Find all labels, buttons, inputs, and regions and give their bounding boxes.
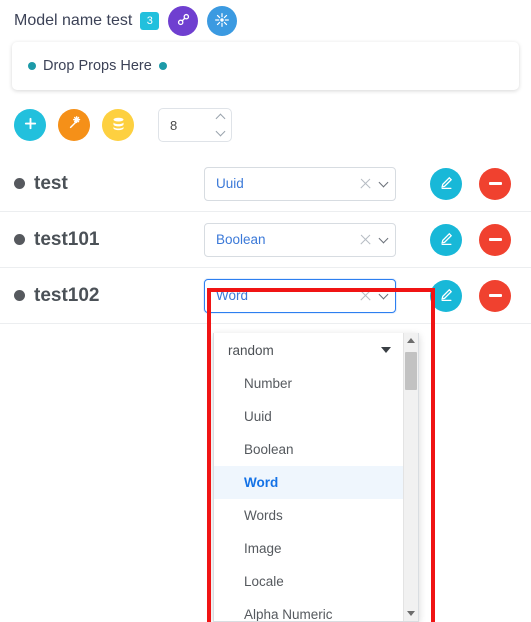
dropdown-group-random[interactable]: random — [214, 333, 403, 367]
prop-type-select-active[interactable]: Word — [204, 278, 396, 313]
prop-type-select[interactable]: Uuid — [204, 166, 396, 201]
plus-icon — [23, 116, 38, 134]
prop-name-label: test101 — [34, 228, 100, 250]
table-row: test101 Boolean — [0, 212, 531, 268]
prop-name-label: test102 — [34, 284, 100, 306]
dropdown-option-word[interactable]: Word — [214, 466, 403, 499]
prop-count-badge: 3 — [140, 11, 160, 31]
pencil-icon — [439, 231, 454, 249]
pencil-icon — [439, 175, 454, 193]
spark-icon — [214, 12, 230, 31]
row-actions — [430, 167, 519, 200]
table-row: test Uuid — [0, 156, 531, 212]
scroll-up-button[interactable] — [404, 333, 418, 348]
chevron-up-icon[interactable] — [215, 113, 225, 124]
prop-type-value: Boolean — [216, 232, 266, 247]
prop-type-select[interactable]: Boolean — [204, 222, 396, 257]
row-count-value[interactable]: 8 — [159, 118, 213, 133]
prop-name-label: test — [34, 172, 68, 194]
bullet-icon — [14, 234, 25, 245]
prop-type-value: Uuid — [216, 176, 244, 191]
scrollbar-thumb[interactable] — [405, 352, 417, 390]
props-toolbar: 8 — [0, 90, 531, 156]
delete-prop-button[interactable] — [479, 167, 511, 200]
magic-generate-button[interactable] — [58, 109, 90, 141]
bullet-icon — [28, 62, 36, 70]
prop-type-dropdown[interactable]: random Number Uuid Boolean Word Words Im… — [213, 333, 419, 622]
close-icon[interactable] — [359, 177, 372, 190]
chevron-down-icon[interactable] — [378, 233, 389, 243]
generate-button[interactable] — [207, 6, 238, 36]
triangle-down-icon — [407, 611, 415, 616]
close-icon[interactable] — [359, 289, 372, 302]
prop-type-value: Word — [216, 288, 249, 303]
dropdown-option-words[interactable]: Words — [214, 499, 403, 532]
add-prop-button[interactable] — [14, 109, 46, 141]
dropdown-option-image[interactable]: Image — [214, 532, 403, 565]
chevron-down-icon[interactable] — [378, 177, 389, 187]
dropdown-option-list: random Number Uuid Boolean Word Words Im… — [214, 333, 403, 621]
link-icon — [176, 12, 191, 30]
close-icon[interactable] — [359, 233, 372, 246]
scroll-down-button[interactable] — [404, 606, 418, 621]
dropdown-option-alpha-numeric[interactable]: Alpha Numeric — [214, 598, 403, 621]
props-list: test Uuid test101 Boolean test102 Word — [0, 156, 531, 324]
stepper-arrows — [213, 113, 231, 137]
delete-prop-button[interactable] — [479, 223, 511, 256]
bullet-icon — [158, 62, 167, 70]
dropdown-option-locale[interactable]: Locale — [214, 565, 403, 598]
prop-name-wrap: test — [14, 173, 204, 195]
drop-props-label-wrap: Drop Props Here — [28, 58, 167, 74]
pencil-icon — [439, 287, 454, 305]
prop-name-wrap: test102 — [14, 285, 204, 307]
magic-wand-icon — [66, 115, 83, 135]
dropdown-scrollbar[interactable] — [403, 333, 418, 621]
delete-prop-button[interactable] — [479, 279, 511, 312]
database-icon — [111, 116, 126, 135]
drop-props-label: Drop Props Here — [43, 58, 152, 74]
triangle-up-icon — [407, 338, 415, 343]
row-actions — [430, 279, 519, 312]
drop-props-zone[interactable]: Drop Props Here — [12, 42, 519, 90]
triangle-down-icon — [381, 347, 391, 353]
prop-name-wrap: test101 — [14, 229, 204, 251]
dropdown-option-uuid[interactable]: Uuid — [214, 400, 403, 433]
edit-prop-button[interactable] — [430, 223, 462, 256]
table-row: test102 Word — [0, 268, 531, 324]
minus-icon — [488, 238, 502, 241]
link-button[interactable] — [168, 6, 199, 36]
minus-icon — [488, 294, 502, 297]
chevron-down-icon[interactable] — [378, 289, 389, 299]
edit-prop-button[interactable] — [430, 167, 462, 200]
row-count-stepper[interactable]: 8 — [158, 108, 232, 142]
row-actions — [430, 223, 519, 256]
generate-data-button[interactable] — [102, 109, 134, 141]
dropdown-option-number[interactable]: Number — [214, 367, 403, 400]
page-title: Model name test — [14, 12, 133, 29]
bullet-icon — [14, 178, 25, 189]
app-header: Model name test 3 — [0, 0, 531, 40]
minus-icon — [488, 182, 502, 185]
edit-prop-button[interactable] — [430, 279, 462, 312]
bullet-icon — [14, 290, 25, 301]
dropdown-group-label: random — [228, 342, 274, 358]
chevron-down-icon[interactable] — [215, 126, 225, 137]
dropdown-option-boolean[interactable]: Boolean — [214, 433, 403, 466]
